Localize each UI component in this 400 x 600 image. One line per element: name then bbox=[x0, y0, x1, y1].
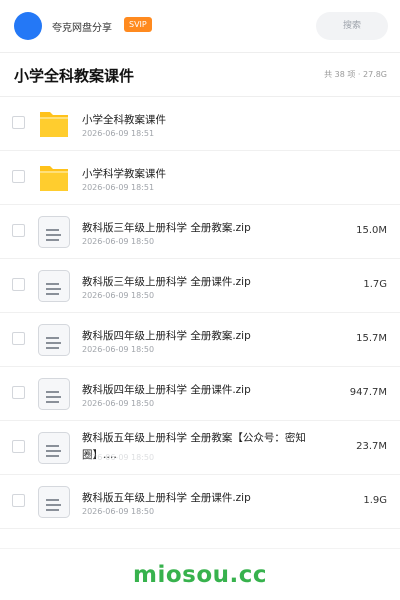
file-name[interactable]: 教科版五年级上册科学 全册课件.zip bbox=[82, 490, 332, 505]
file-date: 2026-06-09 18:50 bbox=[82, 291, 155, 300]
file-date: 2026-06-09 18:50 bbox=[82, 237, 155, 246]
file-row[interactable]: 教科版五年级上册科学 全册教案【公众号：密知圈】.… 2026-06-09 18… bbox=[0, 421, 400, 475]
file-name[interactable]: 教科版四年级上册科学 全册教案.zip bbox=[82, 328, 332, 343]
file-size: 15.7M bbox=[356, 333, 387, 344]
document-icon bbox=[38, 216, 70, 248]
avatar[interactable] bbox=[14, 12, 42, 40]
file-size: 1.9G bbox=[363, 495, 387, 506]
file-date: 2026-06-09 18:50 bbox=[82, 399, 155, 408]
folder-icon bbox=[38, 162, 70, 194]
folder-stats: 共 38 项 · 27.8G bbox=[324, 70, 387, 79]
file-list: 小学全科教案课件 2026-06-09 18:51 小学科学教案课件 2026-… bbox=[0, 97, 400, 529]
folder-title-bar: 小学全科教案课件 共 38 项 · 27.8G bbox=[0, 53, 400, 97]
row-checkbox[interactable] bbox=[12, 386, 25, 399]
footer-divider bbox=[0, 548, 400, 549]
file-row[interactable]: 教科版四年级上册科学 全册课件.zip 2026-06-09 18:50 947… bbox=[0, 367, 400, 421]
file-date: 2026-06-09 18:51 bbox=[82, 129, 155, 138]
row-checkbox[interactable] bbox=[12, 278, 25, 291]
file-name[interactable]: 小学科学教案课件 bbox=[82, 166, 332, 181]
file-name[interactable]: 小学全科教案课件 bbox=[82, 112, 332, 127]
file-name[interactable]: 教科版三年级上册科学 全册教案.zip bbox=[82, 220, 332, 235]
file-date: 2026-06-09 18:51 bbox=[82, 183, 155, 192]
file-row[interactable]: 教科版四年级上册科学 全册教案.zip 2026-06-09 18:50 15.… bbox=[0, 313, 400, 367]
file-row[interactable]: 小学科学教案课件 2026-06-09 18:51 bbox=[0, 151, 400, 205]
row-checkbox[interactable] bbox=[12, 332, 25, 345]
document-icon bbox=[38, 270, 70, 302]
file-name[interactable]: 教科版三年级上册科学 全册课件.zip bbox=[82, 274, 332, 289]
file-row[interactable]: 教科版三年级上册科学 全册教案.zip 2026-06-09 18:50 15.… bbox=[0, 205, 400, 259]
row-checkbox[interactable] bbox=[12, 116, 25, 129]
search-input[interactable]: 搜索 bbox=[316, 12, 388, 40]
file-date: 2026-06-09 18:50 bbox=[82, 507, 155, 516]
row-checkbox[interactable] bbox=[12, 440, 25, 453]
file-size: 947.7M bbox=[349, 387, 387, 398]
folder-icon bbox=[38, 108, 70, 140]
row-checkbox[interactable] bbox=[12, 494, 25, 507]
file-row[interactable]: 小学全科教案课件 2026-06-09 18:51 bbox=[0, 97, 400, 151]
file-size: 1.7G bbox=[363, 279, 387, 290]
document-icon bbox=[38, 432, 70, 464]
document-icon bbox=[38, 378, 70, 410]
file-date: 2026-06-09 18:50 bbox=[82, 345, 155, 354]
header-bar: 夸克网盘分享 SVIP 搜索 bbox=[0, 0, 400, 52]
file-row[interactable]: 教科版五年级上册科学 全册课件.zip 2026-06-09 18:50 1.9… bbox=[0, 475, 400, 529]
row-checkbox[interactable] bbox=[12, 224, 25, 237]
file-size: 15.0M bbox=[356, 225, 387, 236]
page-title: 小学全科教案课件 bbox=[14, 67, 135, 85]
row-checkbox[interactable] bbox=[12, 170, 25, 183]
file-name[interactable]: 教科版四年级上册科学 全册课件.zip bbox=[82, 382, 332, 397]
document-icon bbox=[38, 486, 70, 518]
site-watermark: miosou.cc bbox=[132, 562, 268, 588]
file-row[interactable]: 教科版三年级上册科学 全册课件.zip 2026-06-09 18:50 1.7… bbox=[0, 259, 400, 313]
share-owner-name: 夸克网盘分享 bbox=[52, 23, 112, 34]
file-date: 2026-06-09 18:50 bbox=[82, 453, 155, 462]
file-size: 23.7M bbox=[356, 441, 387, 452]
vip-badge: SVIP bbox=[124, 17, 152, 32]
document-icon bbox=[38, 324, 70, 356]
